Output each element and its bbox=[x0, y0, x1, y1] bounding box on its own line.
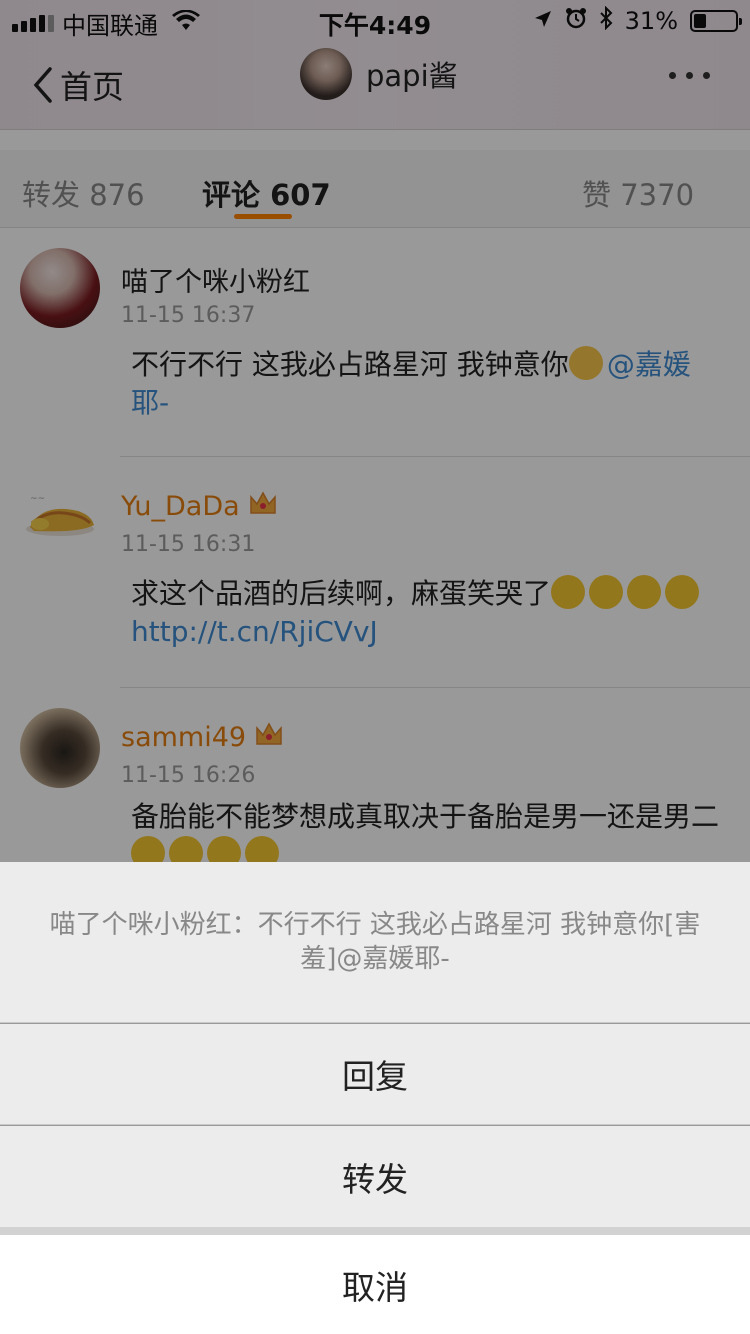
reply-button[interactable]: 回复 bbox=[0, 1024, 750, 1125]
cancel-button[interactable]: 取消 bbox=[0, 1235, 750, 1334]
action-sheet-message: 喵了个咪小粉红：不行不行 这我必占路星河 我钟意你[害羞]@嘉媛耶- bbox=[0, 862, 750, 1023]
divider bbox=[0, 1227, 750, 1235]
action-sheet: 喵了个咪小粉红：不行不行 这我必占路星河 我钟意你[害羞]@嘉媛耶- 回复 转发… bbox=[0, 862, 750, 1334]
forward-button[interactable]: 转发 bbox=[0, 1126, 750, 1227]
